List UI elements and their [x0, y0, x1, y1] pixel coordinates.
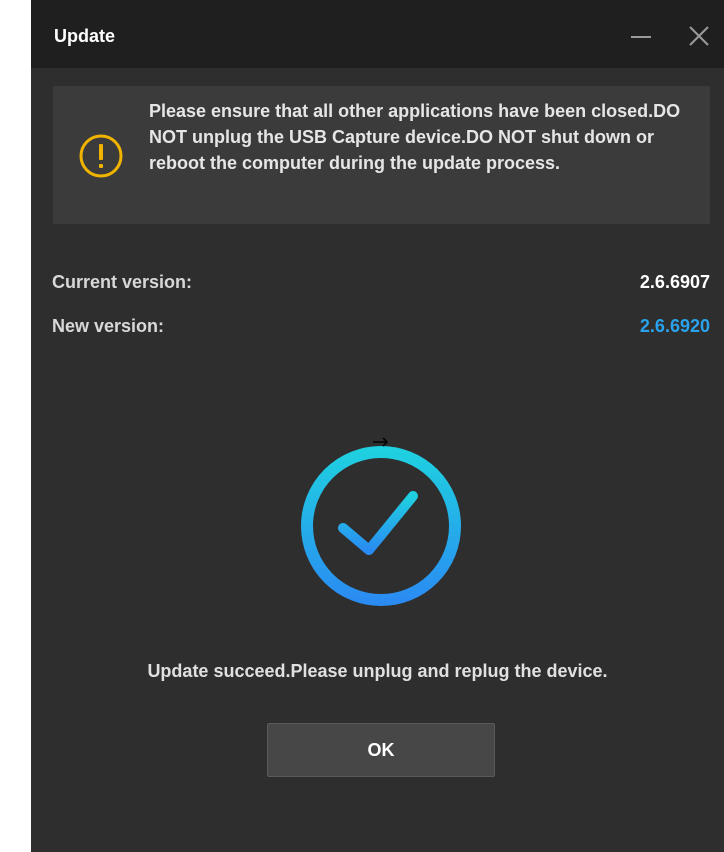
- dialog-title: Update: [54, 26, 116, 46]
- status-message: Update succeed.Please unplug and replug …: [147, 661, 608, 681]
- warning-icon: [79, 134, 123, 178]
- new-version-label: New version:: [52, 316, 165, 336]
- current-version-value: 2.6.6907: [639, 272, 710, 292]
- progress-ring: [301, 446, 461, 606]
- minimize-icon: [631, 36, 651, 38]
- minimize-button[interactable]: [627, 20, 657, 50]
- update-dialog: Update Please ensure that all other appl…: [31, 0, 724, 852]
- ok-button-label: OK: [367, 739, 395, 760]
- success-check-icon: [301, 437, 461, 606]
- ok-button[interactable]: OK: [267, 723, 495, 777]
- ring-arrow-icon: [373, 437, 389, 447]
- close-button[interactable]: [683, 20, 715, 52]
- title-bar: Update: [31, 0, 724, 68]
- warning-banner: Please ensure that all other application…: [53, 86, 710, 224]
- current-version-label: Current version:: [52, 272, 193, 292]
- checkmark: [338, 491, 418, 555]
- warning-text: Please ensure that all other application…: [149, 101, 681, 173]
- close-icon: [689, 26, 709, 46]
- new-version-value: 2.6.6920: [639, 316, 710, 336]
